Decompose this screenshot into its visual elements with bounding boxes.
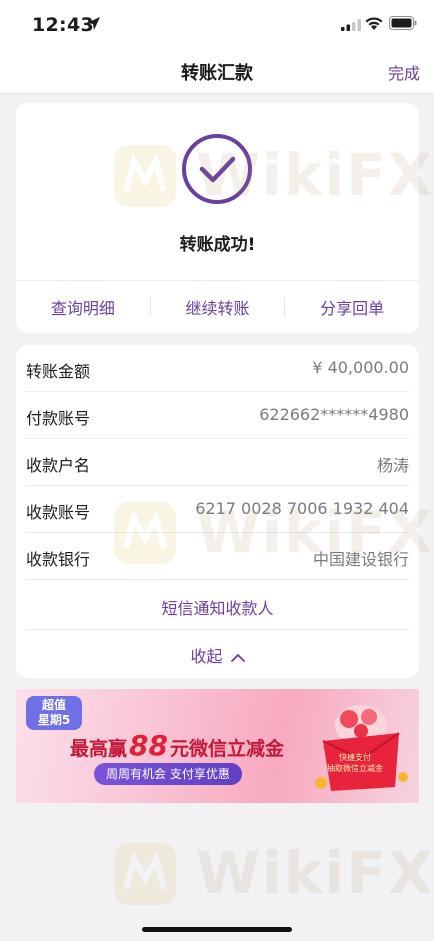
detail-value: 622662******4980 (259, 405, 409, 424)
collapse-button[interactable]: 收起 (16, 643, 419, 667)
detail-row-payee-name: 收款户名 杨涛 (26, 439, 409, 486)
collapse-label: 收起 (190, 647, 223, 666)
success-card: 转账成功! 查询明细 继续转账 分享回单 (16, 103, 419, 333)
status-time: 12:43 (32, 14, 94, 36)
wikifx-logo-icon (114, 843, 176, 905)
watermark: WikiFX (112, 833, 433, 923)
promo-badge: 超值 星期5 (26, 696, 82, 730)
transfer-details-card: 转账金额 ¥ 40,000.00 付款账号 622662******4980 收… (16, 345, 419, 678)
wifi-icon (365, 17, 383, 30)
page-title: 转账汇款 (181, 63, 253, 84)
red-envelope-icon (315, 705, 408, 791)
continue-transfer-button[interactable]: 继续转账 (151, 295, 285, 319)
cellular-signal-icon (341, 19, 361, 31)
home-indicator (142, 927, 292, 932)
detail-row-payee-bank: 收款银行 中国建设银行 (26, 533, 409, 580)
divider (26, 629, 409, 630)
watermark-text: WikiFX (196, 839, 434, 907)
promo-headline: 最高赢88 元微信立减金 (70, 729, 284, 762)
detail-value: 杨涛 (376, 456, 409, 475)
detail-row-payee-account: 收款账号 6217 0028 7006 1932 404 (26, 486, 409, 533)
chevron-up-icon (230, 653, 245, 662)
detail-label: 收款银行 (26, 550, 91, 569)
nav-bar: 转账汇款 完成 (0, 48, 434, 94)
share-receipt-button[interactable]: 分享回单 (285, 295, 419, 319)
promo-banner[interactable]: 超值 星期5 最高赢88 元微信立减金 周周有机会 支付享优惠 快捷支付 抽取微信… (16, 689, 419, 803)
promo-envelope-text: 快捷支付 抽取微信立减金 (321, 752, 389, 774)
detail-row-amount: 转账金额 ¥ 40,000.00 (26, 345, 409, 392)
detail-value: 中国建设银行 (312, 550, 409, 569)
promo-pill: 周周有机会 支付享优惠 (94, 763, 242, 785)
promo-badge-line: 星期5 (37, 713, 71, 727)
battery-icon (389, 16, 417, 30)
done-button[interactable]: 完成 (388, 60, 420, 84)
checkmark-circle-icon (182, 134, 252, 204)
action-row: 查询明细 继续转账 分享回单 (16, 280, 419, 333)
detail-label: 收款户名 (26, 456, 91, 475)
promo-headline-amount: 88 (129, 729, 168, 762)
detail-label: 转账金额 (26, 362, 91, 381)
location-arrow-icon (87, 17, 100, 30)
query-details-button[interactable]: 查询明细 (16, 295, 150, 319)
promo-envelope-line: 快捷支付 (339, 753, 371, 762)
sms-notify-payee-link[interactable]: 短信通知收款人 (16, 595, 419, 619)
promo-headline-prefix: 最高赢 (70, 738, 128, 760)
success-message: 转账成功! (179, 235, 256, 255)
promo-badge-line: 超值 (41, 698, 66, 712)
detail-label: 收款账号 (26, 503, 91, 522)
detail-value: 6217 0028 7006 1932 404 (195, 499, 409, 518)
detail-value: ¥ 40,000.00 (312, 358, 409, 377)
detail-label: 付款账号 (26, 409, 91, 428)
detail-row-payer-account: 付款账号 622662******4980 (26, 392, 409, 439)
promo-envelope-line: 抽取微信立减金 (327, 764, 383, 773)
status-bar: 12:43 (0, 0, 434, 48)
promo-headline-suffix: 元微信立减金 (169, 738, 284, 760)
